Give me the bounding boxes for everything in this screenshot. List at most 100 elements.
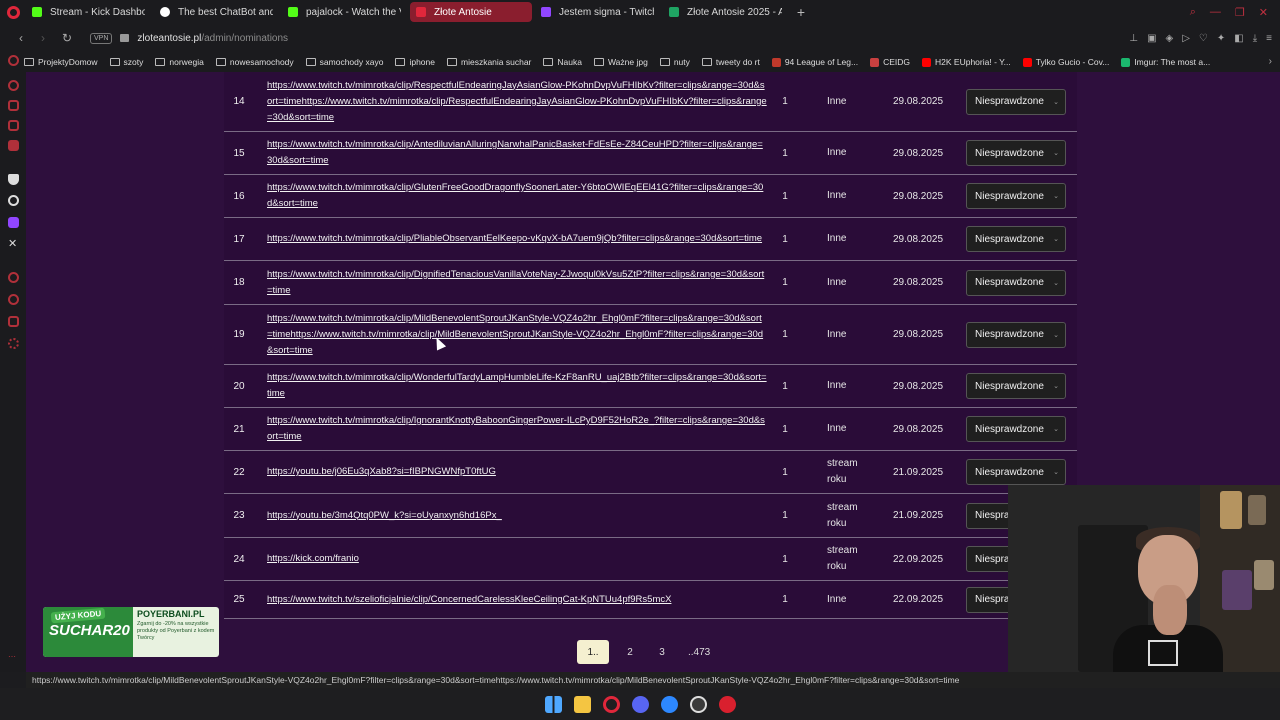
status-select[interactable]: Niesprawdzone ⌄ [966, 88, 1066, 115]
shield-icon[interactable]: ◈ [1166, 33, 1174, 44]
bookmark-folder[interactable]: Nauka [543, 57, 582, 67]
obs-icon[interactable] [689, 695, 707, 713]
vote-count: 1 [782, 147, 788, 159]
discord-icon[interactable] [631, 695, 649, 713]
bookmark-folder[interactable]: szoty [109, 57, 143, 67]
messenger-taskbar-icon[interactable] [660, 695, 678, 713]
opera-taskbar-icon[interactable] [602, 695, 620, 713]
search-tabs-icon[interactable]: ⌕ [1190, 6, 1196, 19]
bookmark-folder[interactable]: nuty [659, 57, 690, 67]
site-icon [416, 7, 426, 17]
back-icon[interactable]: ‹ [12, 31, 30, 45]
bookmark-folder[interactable]: nowesamochody [215, 57, 294, 67]
nomination-link[interactable]: https://youtu.be/3m4Qtq0PW_k?si=oUyanxyn… [267, 508, 767, 524]
nomination-link[interactable]: https://www.twitch.tv/mimrotka/clip/Mild… [267, 311, 767, 359]
instagram-icon[interactable] [8, 120, 19, 131]
link-status-bar: https://www.twitch.tv/mimrotka/clip/Mild… [26, 672, 1280, 688]
aria-icon[interactable] [8, 55, 19, 66]
webcam-figurine [1220, 491, 1242, 529]
snapshot-icon[interactable]: ▣ [1147, 33, 1156, 44]
tab-twitch-sigma[interactable]: Jestem sigma - Twitch [535, 2, 660, 22]
category: stream roku [827, 458, 858, 485]
tab-kick-dashboard[interactable]: Stream - Kick Dashboard [26, 2, 151, 22]
nomination-link[interactable]: https://www.twitch.tv/mimrotka/clip/Igno… [267, 413, 767, 445]
file-explorer-icon[interactable] [573, 695, 591, 713]
nomination-link[interactable]: https://www.twitch.tv/mimrotka/clip/Plia… [267, 231, 767, 247]
nomination-link[interactable]: https://youtu.be/j06Eu3qXab8?si=fIBPNGWN… [267, 464, 767, 480]
bookmark-folder[interactable]: ProjektyDomow [24, 57, 98, 67]
arc-icon[interactable] [8, 174, 19, 185]
status-select[interactable]: Niesprawdzone ⌄ [966, 140, 1066, 166]
nomination-link[interactable]: https://kick.com/franio [267, 551, 767, 567]
more-icon[interactable]: ⋯ [8, 652, 19, 663]
new-tab-button[interactable]: + [791, 4, 811, 20]
pin-icon[interactable]: ⊥ [1129, 33, 1138, 44]
x-icon[interactable]: ✕ [8, 239, 19, 250]
status-select[interactable]: Niesprawdzone ⌄ [966, 416, 1066, 442]
menu-icon[interactable]: ≡ [1266, 33, 1272, 44]
nomination-link[interactable]: https://www.twitch.tv/mimrotka/clip/Resp… [267, 78, 767, 126]
bookmark-folder[interactable]: samochody xayo [305, 57, 383, 67]
bookmark-folder[interactable]: tweety do rt [701, 57, 760, 67]
nomination-link[interactable]: https://www.twitch.tv/mimrotka/clip/Wond… [267, 370, 767, 402]
page-button-last[interactable]: ..473 [683, 640, 715, 664]
bookmarks-more-icon[interactable]: › [1269, 52, 1272, 72]
bookmark-link[interactable]: Imgur: The most a... [1121, 57, 1210, 67]
page-button[interactable]: 3 [651, 640, 673, 664]
settings-icon[interactable] [8, 338, 19, 349]
bookmark-folder[interactable]: norwegia [155, 57, 204, 67]
opera-logo-icon[interactable] [0, 0, 26, 24]
nomination-link[interactable]: https://www.twitch.tv/mimrotka/clip/Ante… [267, 137, 767, 169]
history-icon[interactable] [8, 272, 19, 283]
extensions-icon[interactable]: ✦ [1217, 33, 1225, 44]
bookmark-link[interactable]: H2K EUphoria! - Y... [922, 57, 1011, 67]
wallet-icon[interactable]: ◧ [1234, 33, 1243, 44]
tab-pajalock[interactable]: pajalock - Watch the VOD [282, 2, 407, 22]
bookmark-folder[interactable]: iphone [395, 57, 435, 67]
folder-icon [701, 58, 712, 66]
music-icon[interactable] [8, 140, 19, 151]
status-select[interactable]: Niesprawdzone ⌄ [966, 321, 1066, 348]
bookmark-link[interactable]: CEIDG [870, 57, 910, 67]
nomination-link[interactable]: https://www.twitch.tv/szelioficjalnie/cl… [267, 592, 767, 608]
twitch-sidebar-icon[interactable] [8, 217, 19, 228]
minimize-icon[interactable]: — [1210, 6, 1221, 18]
heart-icon[interactable]: ♡ [1199, 33, 1208, 44]
tab-zlote-antosie[interactable]: Złote Antosie [410, 2, 532, 22]
status-select[interactable]: Niesprawdzone ⌄ [966, 459, 1066, 485]
url-field[interactable]: zloteantosie.pl/admin/nominations [137, 33, 288, 44]
bookmark-link[interactable]: 94 League of Leg... [771, 57, 858, 67]
maximize-icon[interactable]: ❐ [1235, 6, 1245, 19]
nomination-link[interactable]: https://www.twitch.tv/mimrotka/clip/Dign… [267, 267, 767, 299]
tab-chatbot[interactable]: The best ChatBot and W [154, 2, 279, 22]
status-select[interactable]: Niesprawdzone ⌄ [966, 226, 1066, 252]
chatgpt-icon[interactable] [8, 195, 19, 206]
nomination-link[interactable]: https://www.twitch.tv/mimrotka/clip/Glut… [267, 180, 767, 212]
table-row: 24 https://kick.com/franio 1 stream roku… [224, 537, 1077, 580]
recorder-icon[interactable] [718, 695, 736, 713]
play-icon[interactable]: ▷ [1182, 33, 1190, 44]
messenger-icon[interactable] [8, 80, 19, 91]
status-select[interactable]: Niesprawdzone ⌄ [966, 183, 1066, 209]
clock-icon[interactable] [8, 294, 19, 305]
close-icon[interactable]: ✕ [1259, 6, 1268, 19]
date: 22.09.2025 [893, 553, 944, 565]
page-button-current[interactable]: 1.. [577, 640, 609, 664]
bookmark-link[interactable]: Tylko Gucio - Cov... [1022, 57, 1109, 67]
bookmark-folder[interactable]: Ważne jpg [593, 57, 648, 67]
lock-icon[interactable] [120, 34, 130, 42]
page-button[interactable]: 2 [619, 640, 641, 664]
chevron-down-icon: ⌄ [1053, 150, 1059, 157]
tab-sheets[interactable]: Złote Antosie 2025 - Arku [663, 2, 788, 22]
whatsapp-icon[interactable] [8, 100, 19, 111]
chevron-down-icon: ⌄ [1053, 279, 1059, 287]
reload-icon[interactable]: ↻ [58, 31, 76, 45]
cube-icon[interactable] [8, 316, 19, 327]
forward-icon[interactable]: › [34, 31, 52, 45]
bookmark-folder[interactable]: mieszkania suchar [447, 57, 531, 67]
vpn-badge[interactable]: VPN [90, 32, 113, 44]
download-icon[interactable]: ⤓ [1253, 33, 1257, 44]
status-select[interactable]: Niesprawdzone ⌄ [966, 269, 1066, 296]
windows-start-icon[interactable] [544, 695, 562, 713]
status-select[interactable]: Niesprawdzone ⌄ [966, 373, 1066, 399]
